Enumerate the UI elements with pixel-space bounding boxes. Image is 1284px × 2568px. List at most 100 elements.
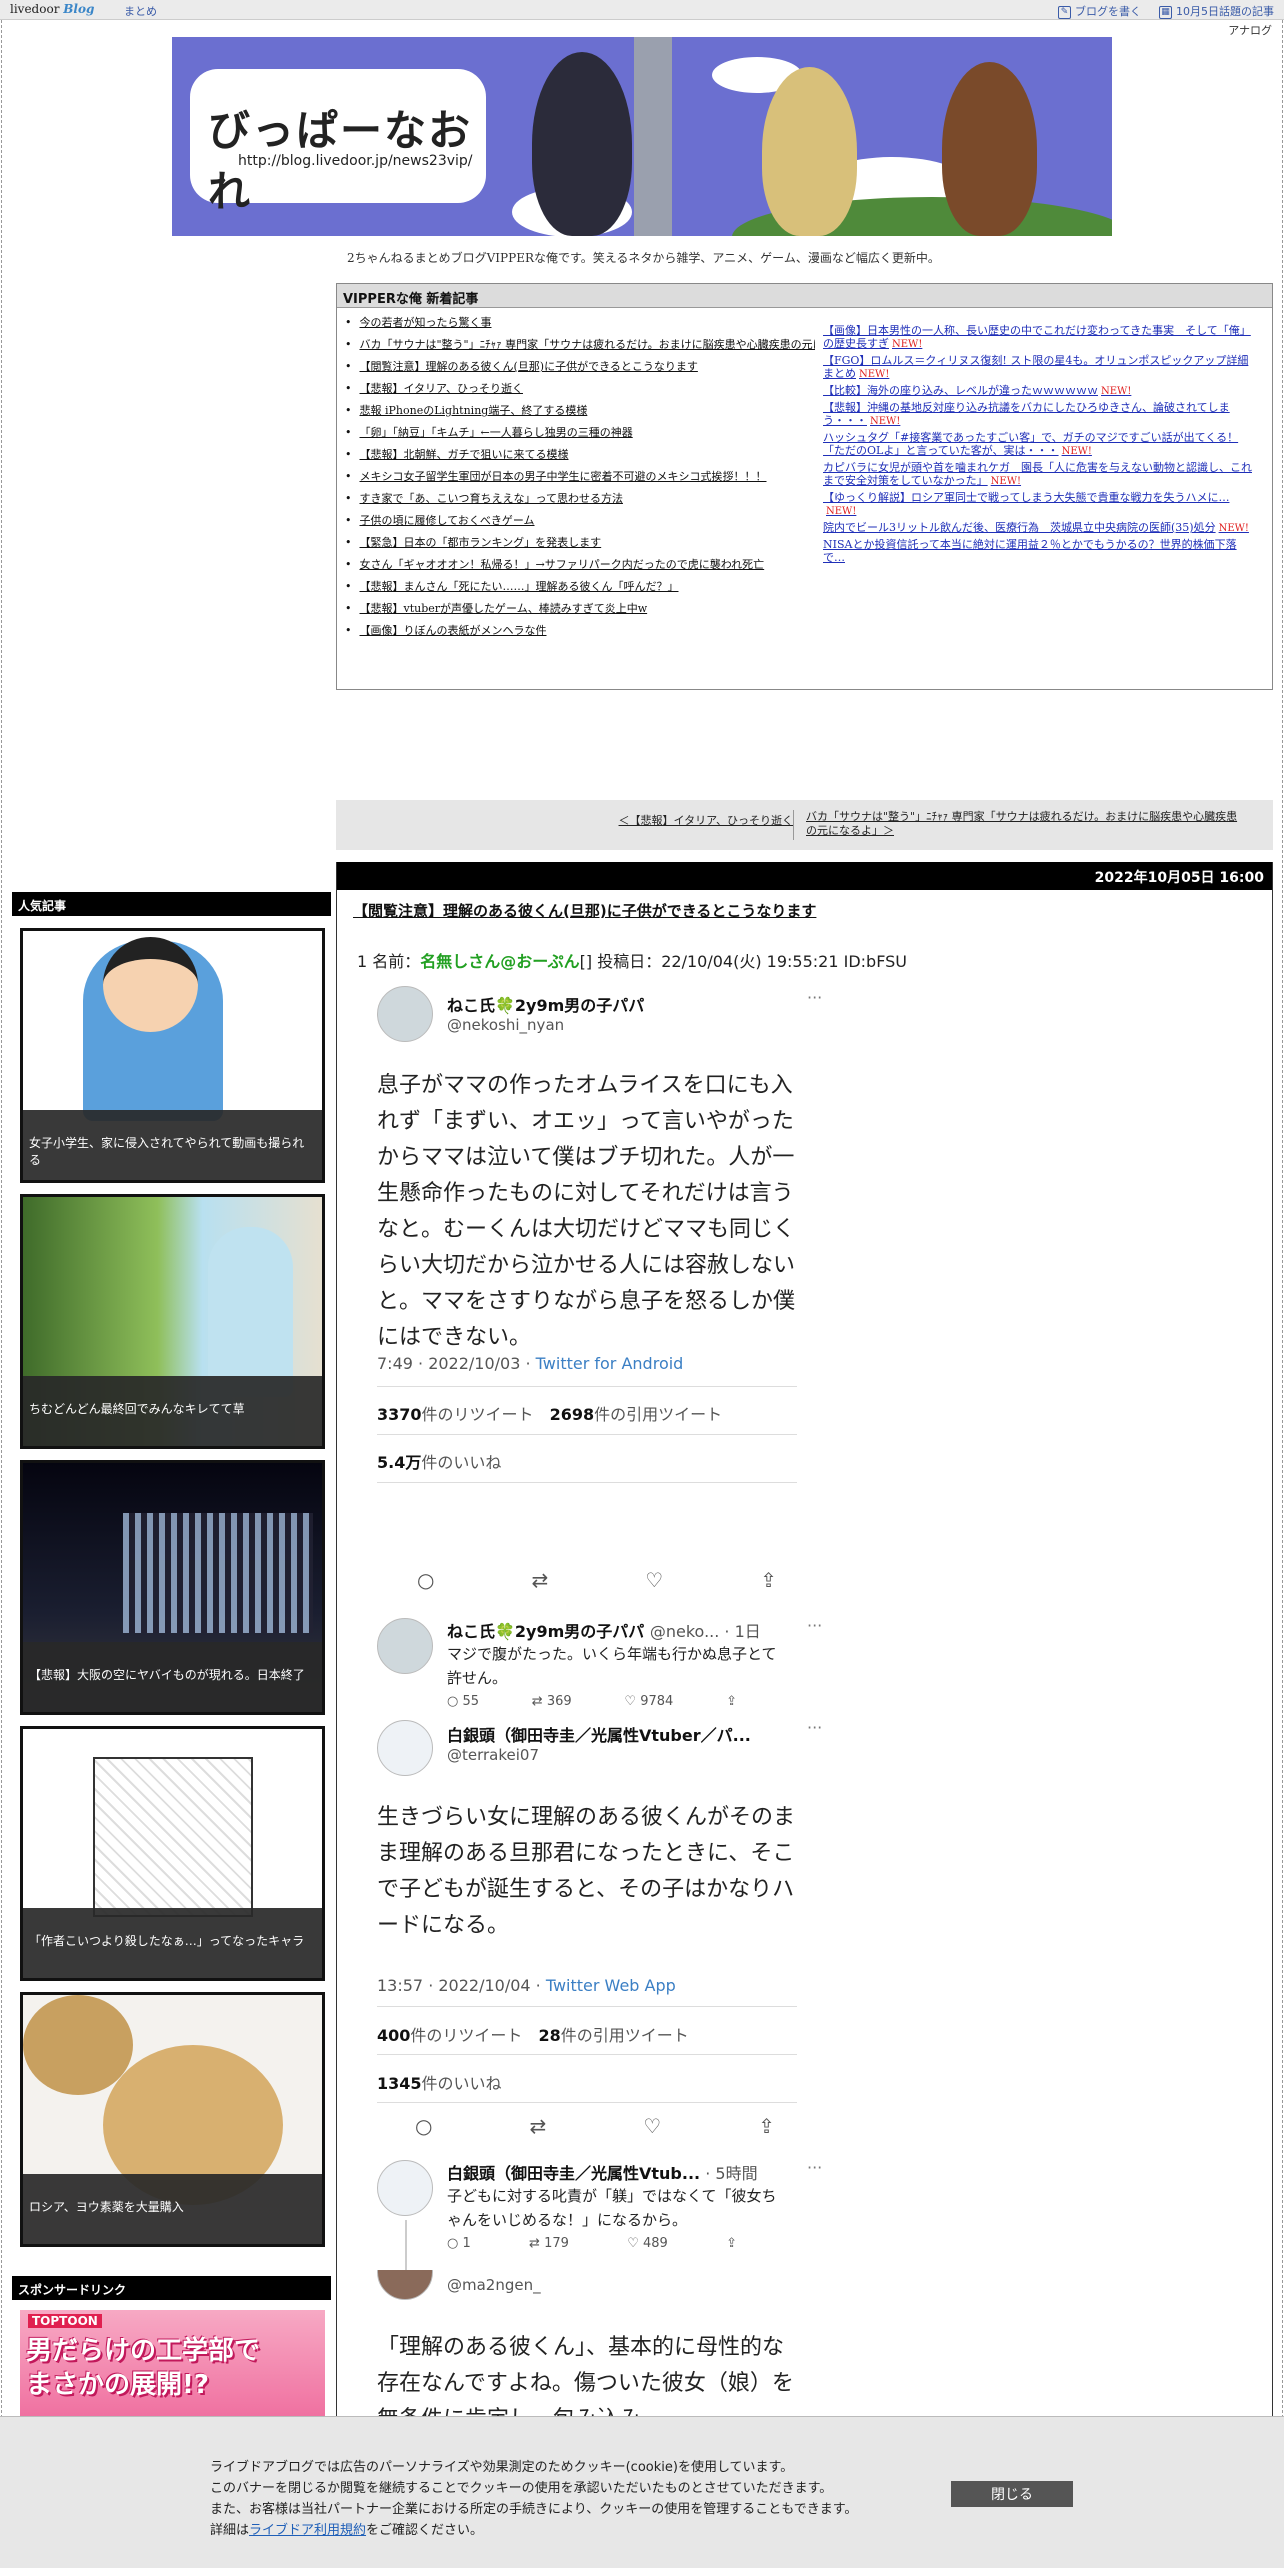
next-article-link[interactable]: バカ「サウナは"整う"」ﾆﾁｬｧ 専門家「サウナは疲れるだけ。おまけに脳疾患や心…: [806, 810, 1246, 838]
new-post-link[interactable]: バカ「サウナは"整う"」ﾆﾁｬｧ 専門家「サウナは疲れるだけ。おまけに脳疾患や心…: [345, 338, 816, 360]
related-post-link[interactable]: 【比較】海外の座り込み、レベルが違ったｗｗｗｗｗｗ NEW!: [823, 384, 1255, 398]
illustration-shape: [208, 1227, 293, 1397]
new-post-link[interactable]: 悲報 iPhoneのLightning端子、終了する模様: [345, 404, 815, 426]
new-post-link[interactable]: 女さん「ギャオオオン！私帰る！」→サファリパーク内だったので虎に襲われ死亡: [345, 558, 815, 580]
sponsored-ad[interactable]: TOPTOON 男だらけの工学部で まさかの展開!?: [20, 2310, 325, 2430]
matome-link[interactable]: まとめ: [124, 3, 157, 19]
reply-icon[interactable]: ○ 1: [447, 2236, 471, 2251]
tweet-author-name[interactable]: 白銀頭（御田寺圭／光属性Vtuber／パ...: [447, 1722, 751, 1746]
popular-article-5[interactable]: ロシア、ヨウ素薬を大量購入: [20, 1992, 325, 2247]
tweet-author-handle[interactable]: @nekoshi_nyan: [447, 1016, 564, 1034]
tweet-text: 「理解のある彼くん」、基本的に母性的な存在なんですよね。傷ついた彼女（娘）を無条…: [377, 2335, 794, 2430]
cookie-close-button[interactable]: 閉じる: [951, 2481, 1073, 2507]
share-icon[interactable]: ⇪: [726, 1694, 737, 1709]
article: 2022年10月05日 16:00 【閲覧注意】理解のある彼くん(旦那)に子供が…: [336, 862, 1273, 2568]
new-post-link[interactable]: 【悲報】まんさん「死にたい……」理解ある彼くん「呼んだ？」: [345, 580, 815, 602]
new-post-link[interactable]: 【画像】りぼんの表紙がメンヘラな件: [345, 624, 815, 646]
new-post-link[interactable]: 「卵」「納豆」「キムチ」←一人暮らし独男の三種の神器: [345, 426, 815, 448]
reply-author[interactable]: ねこ氏🍀2y9m男の子パパ @neko... · 1日: [447, 1618, 792, 1642]
terms-link[interactable]: ライブドア利用規約: [249, 2523, 366, 2538]
tweet-retweet-stats[interactable]: 3370件のリツイート 2698件の引用ツイート: [377, 1401, 722, 1425]
avatar[interactable]: [377, 2160, 433, 2216]
related-post-link[interactable]: カピバラに女児が頭や首を噛まれケガ 園長「人に危害を与えない動物と認識し、これま…: [823, 461, 1255, 488]
divider: [377, 2006, 797, 2007]
related-post-link[interactable]: 【悲報】沖縄の基地反対座り込み抗議をバカにしたひろゆきさん、論破されてしまう・・…: [823, 401, 1255, 428]
blog-header-banner[interactable]: びっぱーなおれ http://blog.livedoor.jp/news23vi…: [172, 37, 1112, 236]
more-icon[interactable]: ···: [807, 988, 822, 1007]
new-post-link[interactable]: 子供の頃に履修しておくべきゲーム: [345, 514, 815, 536]
reply-tweet[interactable]: 白銀頭（御田寺圭／光属性Vtub... · 5時間 ··· 子どもに対する叱責が…: [377, 2156, 822, 2270]
tweet-like-stats[interactable]: 1345件のいいね: [377, 2070, 502, 2094]
related-post-link[interactable]: ハッシュタグ「#接客業であったすごい客」で、ガチのマジですごい話が出てくる！「た…: [823, 431, 1255, 458]
popular-article-caption: 【悲報】大阪の空にヤバイものが現れる。日本終了: [23, 1642, 322, 1712]
new-post-link[interactable]: 【悲報】vtuberが声優したゲーム、棒読みすぎて炎上中w: [345, 602, 815, 624]
new-post-link[interactable]: すき家で「あ、こいつ育ちええな」って思わせる方法: [345, 492, 815, 514]
article-pager: ＜【悲報】イタリア、ひっそり逝く バカ「サウナは"整う"」ﾆﾁｬｧ 専門家「サウ…: [336, 800, 1273, 850]
popular-article-4[interactable]: 「作者こいつより殺したなぁ…」ってなったキャラ: [20, 1726, 325, 1981]
tweet-source-link[interactable]: Twitter Web App: [546, 1976, 676, 1995]
retweet-icon[interactable]: ⇄ 179: [529, 2236, 569, 2251]
new-post-link[interactable]: 【悲報】北朝鮮、ガチで狙いに来てる模様: [345, 448, 815, 470]
reply-icon[interactable]: ○ 55: [447, 1694, 479, 1709]
tweet-author-name[interactable]: ねこ氏🍀2y9m男の子パパ: [447, 992, 644, 1016]
new-post-link[interactable]: 【悲報】イタリア、ひっそり逝く: [345, 382, 815, 404]
tweet-author-handle[interactable]: @ma2ngen_: [447, 2276, 541, 2294]
retweet-icon[interactable]: ⇄: [529, 2114, 546, 2138]
related-post-link[interactable]: 【画像】日本男性の一人称、長い歴史の中でこれだけ変わってきた事実 そして「俺」の…: [823, 324, 1255, 351]
manga-panel-shape: [93, 1757, 253, 1917]
like-icon[interactable]: ♡ 489: [627, 2236, 668, 2251]
related-post-link[interactable]: 【ゆっくり解説】ロシア軍同士で戦ってしまう大失態で貴重な戦力を失うハメに…NEW…: [823, 491, 1255, 518]
more-icon[interactable]: ···: [807, 1718, 822, 1737]
retweet-icon[interactable]: ⇄ 369: [532, 1694, 572, 1709]
divider: [377, 2054, 797, 2055]
popular-article-1[interactable]: 女子小学生、家に侵入されてやられて動画も撮られる: [20, 928, 325, 1183]
share-icon[interactable]: ⇪: [760, 1568, 777, 1592]
reply-tweet[interactable]: ねこ氏🍀2y9m男の子パパ @neko... · 1日 ··· マジで腹がたった…: [377, 1614, 822, 1714]
blog-tagline: 2ちゃんねるまとめブログVIPPERな俺です。笑えるネタから雑学、アニメ、ゲーム…: [347, 251, 940, 265]
avatar[interactable]: [377, 2270, 433, 2300]
reply-icon[interactable]: ○: [415, 2114, 432, 2138]
cookie-consent-text: ライブドアブログでは広告のパーソナライズや効果測定のためクッキー(cookie)…: [210, 2460, 858, 2538]
share-icon[interactable]: ⇪: [726, 2236, 737, 2251]
reply-author[interactable]: 白銀頭（御田寺圭／光属性Vtub... · 5時間: [447, 2160, 792, 2184]
related-post-link[interactable]: 【FGO】ロムルス＝クィリヌス復刻! スト限の星4も。オリュンポスピックアップ詳…: [823, 354, 1255, 381]
embedded-tweet[interactable]: ねこ氏🍀2y9m男の子パパ @nekoshi_nyan ··· 息子がママの作っ…: [377, 986, 822, 1486]
popular-article-3[interactable]: 【悲報】大阪の空にヤバイものが現れる。日本終了: [20, 1460, 325, 1715]
embedded-tweet[interactable]: @ma2ngen_ 「理解のある彼くん」、基本的に母性的な存在なんですよね。傷つ…: [377, 2270, 797, 2430]
related-post-link[interactable]: 院内でビール3リットル飲んだ後、医療行為 茨城県立中央病院の医師(35)処分 NE…: [823, 521, 1255, 535]
new-post-link[interactable]: 今の若者が知ったら驚く事: [345, 316, 815, 338]
like-icon[interactable]: ♡ 9784: [624, 1694, 673, 1709]
more-icon[interactable]: ···: [807, 2158, 822, 2177]
related-post-link[interactable]: NISAとか投資信託って本当に絶対に運用益２％とかでもうかるの？世界的株価下落で…: [823, 538, 1255, 564]
livedoor-logo[interactable]: livedoor Blog: [10, 2, 94, 16]
response-header: 1 名前：名無しさん@おーぷん[] 投稿日：22/10/04(火) 19:55:…: [357, 952, 907, 971]
more-icon[interactable]: ···: [807, 1616, 822, 1635]
share-icon[interactable]: ⇪: [758, 2114, 775, 2138]
ad-brand: TOPTOON: [28, 2314, 102, 2328]
popular-article-2[interactable]: ちむどんどん最終回でみんなキレてて草: [20, 1194, 325, 1449]
new-posts-list: 今の若者が知ったら驚く事バカ「サウナは"整う"」ﾆﾁｬｧ 専門家「サウナは疲れる…: [345, 316, 816, 646]
new-post-link[interactable]: 【閲覧注意】理解のある彼くん(旦那)に子供ができるとこうなります: [345, 360, 815, 382]
new-badge: NEW!: [892, 339, 923, 350]
new-badge: NEW!: [826, 506, 857, 517]
article-title[interactable]: 【閲覧注意】理解のある彼くん(旦那)に子供ができるとこうなります: [353, 900, 816, 921]
character-illustration: [762, 67, 857, 236]
like-icon[interactable]: ♡: [643, 2114, 661, 2138]
like-icon[interactable]: ♡: [645, 1568, 663, 1592]
write-blog-link[interactable]: ✎ ブログを書く: [1058, 3, 1141, 19]
avatar[interactable]: [377, 1720, 433, 1776]
new-post-link[interactable]: メキシコ女子留学生軍団が日本の男子中学生に密着不可避のメキシコ式挨拶！！！: [345, 470, 815, 492]
reply-icon[interactable]: ○: [417, 1568, 434, 1592]
retweet-icon[interactable]: ⇄: [531, 1568, 548, 1592]
tweet-author-handle[interactable]: @terrakei07: [447, 1746, 539, 1764]
prev-article-link[interactable]: ＜【悲報】イタリア、ひっそり逝く: [619, 812, 793, 828]
tweet-retweet-stats[interactable]: 400件のリツイート 28件の引用ツイート: [377, 2022, 689, 2046]
new-post-link[interactable]: 【緊急】日本の「都市ランキング」を発表します: [345, 536, 815, 558]
pager-divider: [793, 810, 794, 840]
sponsor-heading: スポンサードリンク: [12, 2276, 331, 2300]
avatar[interactable]: [377, 1618, 433, 1674]
today-topics-link[interactable]: ▦ 10月5日話題の記事: [1159, 3, 1274, 19]
avatar[interactable]: [377, 986, 433, 1042]
tweet-source-link[interactable]: Twitter for Android: [536, 1354, 684, 1373]
tweet-like-stats[interactable]: 5.4万件のいいね: [377, 1449, 501, 1473]
